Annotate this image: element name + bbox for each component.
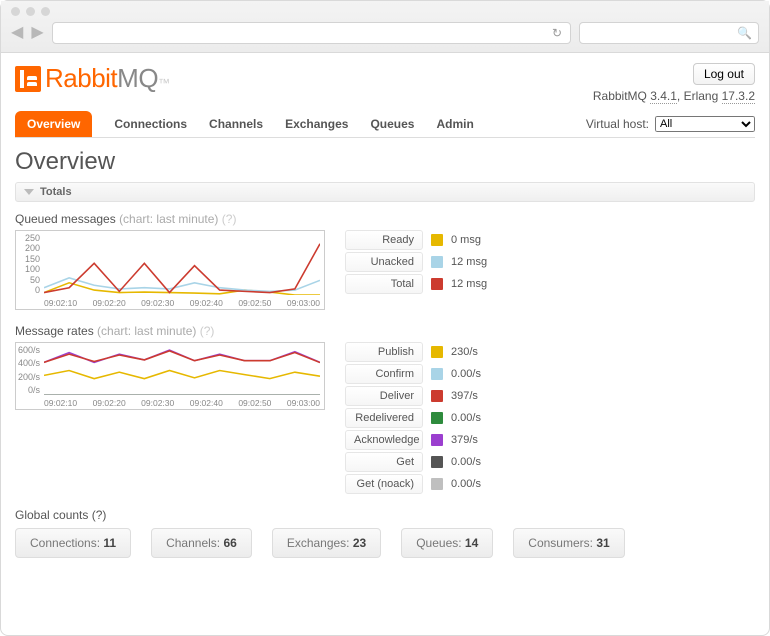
legend-item: Publish 230/s — [345, 342, 481, 362]
legend-value: 0.00/s — [451, 456, 481, 468]
legend-value: 12 msg — [451, 278, 487, 290]
tab-exchanges[interactable]: Exchanges — [285, 111, 348, 137]
logo-text: RabbitMQ™ — [45, 63, 170, 94]
legend-swatch — [431, 256, 443, 268]
help-icon[interactable]: (?) — [196, 324, 214, 338]
refresh-icon[interactable]: ↻ — [552, 26, 562, 40]
traffic-light-min[interactable] — [26, 7, 35, 16]
legend-item: Ready 0 msg — [345, 230, 487, 250]
browser-search[interactable]: 🔍 — [579, 22, 759, 44]
legend-item: Acknowledge 379/s — [345, 430, 481, 450]
legend-value: 0.00/s — [451, 478, 481, 490]
global-count-pill[interactable]: Consumers: 31 — [513, 528, 624, 558]
legend-item: Total 12 msg — [345, 274, 487, 294]
legend-label: Acknowledge — [345, 430, 423, 450]
legend-value: 0.00/s — [451, 412, 481, 424]
legend-value: 0 msg — [451, 234, 481, 246]
legend-value: 379/s — [451, 434, 478, 446]
global-count-pill[interactable]: Exchanges: 23 — [272, 528, 381, 558]
legend-value: 230/s — [451, 346, 478, 358]
queued-legend: Ready 0 msg Unacked 12 msg Total 12 msg — [345, 230, 487, 310]
global-count-pill[interactable]: Queues: 14 — [401, 528, 493, 558]
traffic-light-max[interactable] — [41, 7, 50, 16]
logout-button[interactable]: Log out — [693, 63, 755, 85]
legend-item: Confirm 0.00/s — [345, 364, 481, 384]
legend-value: 12 msg — [451, 256, 487, 268]
legend-label: Confirm — [345, 364, 423, 384]
url-bar[interactable]: ↻ — [52, 22, 571, 44]
legend-item: Deliver 397/s — [345, 386, 481, 406]
vhost-select[interactable]: All — [655, 116, 755, 132]
tab-channels[interactable]: Channels — [209, 111, 263, 137]
logo[interactable]: RabbitMQ™ — [15, 63, 170, 94]
legend-label: Get — [345, 452, 423, 472]
rates-legend: Publish 230/s Confirm 0.00/s Deliver 397/s Red… — [345, 342, 481, 494]
page-title: Overview — [15, 148, 755, 176]
legend-label: Redelivered — [345, 408, 423, 428]
help-icon[interactable]: (?) — [92, 508, 107, 522]
legend-item: Get 0.00/s — [345, 452, 481, 472]
legend-item: Unacked 12 msg — [345, 252, 487, 272]
traffic-light-close[interactable] — [11, 7, 20, 16]
vhost-label: Virtual host: — [586, 117, 649, 131]
rabbitmq-logo-icon — [15, 66, 41, 92]
legend-swatch — [431, 234, 443, 246]
global-counts: Connections: 11 Channels: 66 Exchanges: 23… — [15, 528, 755, 558]
legend-swatch — [431, 478, 443, 490]
legend-swatch — [431, 412, 443, 424]
legend-label: Get (noack) — [345, 474, 423, 494]
legend-label: Total — [345, 274, 423, 294]
legend-label: Ready — [345, 230, 423, 250]
search-icon: 🔍 — [737, 26, 752, 40]
legend-swatch — [431, 456, 443, 468]
help-icon[interactable]: (?) — [218, 212, 236, 226]
legend-swatch — [431, 390, 443, 402]
legend-item: Redelivered 0.00/s — [345, 408, 481, 428]
version-info: RabbitMQ 3.4.1, Erlang 17.3.2 — [593, 89, 755, 103]
forward-icon[interactable]: ▶ — [31, 25, 43, 41]
tab-queues[interactable]: Queues — [370, 111, 414, 137]
tab-admin[interactable]: Admin — [436, 111, 473, 137]
legend-swatch — [431, 278, 443, 290]
rates-header: Message rates (chart: last minute) (?) — [15, 324, 755, 338]
legend-swatch — [431, 368, 443, 380]
legend-item: Get (noack) 0.00/s — [345, 474, 481, 494]
legend-label: Publish — [345, 342, 423, 362]
browser-chrome: ◀ ▶ ↻ 🔍 — [1, 1, 769, 53]
legend-swatch — [431, 434, 443, 446]
queued-header: Queued messages (chart: last minute) (?) — [15, 212, 755, 226]
queued-chart: 250200150100500 09:02:1009:02:2009:02:30… — [15, 230, 325, 310]
global-count-pill[interactable]: Channels: 66 — [151, 528, 252, 558]
legend-label: Deliver — [345, 386, 423, 406]
legend-swatch — [431, 346, 443, 358]
nav-tabs: Overview Connections Channels Exchanges … — [15, 111, 474, 137]
legend-value: 0.00/s — [451, 368, 481, 380]
tab-connections[interactable]: Connections — [114, 111, 187, 137]
legend-label: Unacked — [345, 252, 423, 272]
tab-overview[interactable]: Overview — [15, 111, 92, 137]
rates-chart: 600/s400/s200/s0/s 09:02:1009:02:2009:02… — [15, 342, 325, 410]
global-count-pill[interactable]: Connections: 11 — [15, 528, 131, 558]
caret-down-icon — [24, 189, 34, 195]
back-icon[interactable]: ◀ — [11, 25, 23, 41]
section-totals[interactable]: Totals — [15, 182, 755, 202]
global-counts-header: Global counts (?) — [15, 508, 755, 522]
legend-value: 397/s — [451, 390, 478, 402]
